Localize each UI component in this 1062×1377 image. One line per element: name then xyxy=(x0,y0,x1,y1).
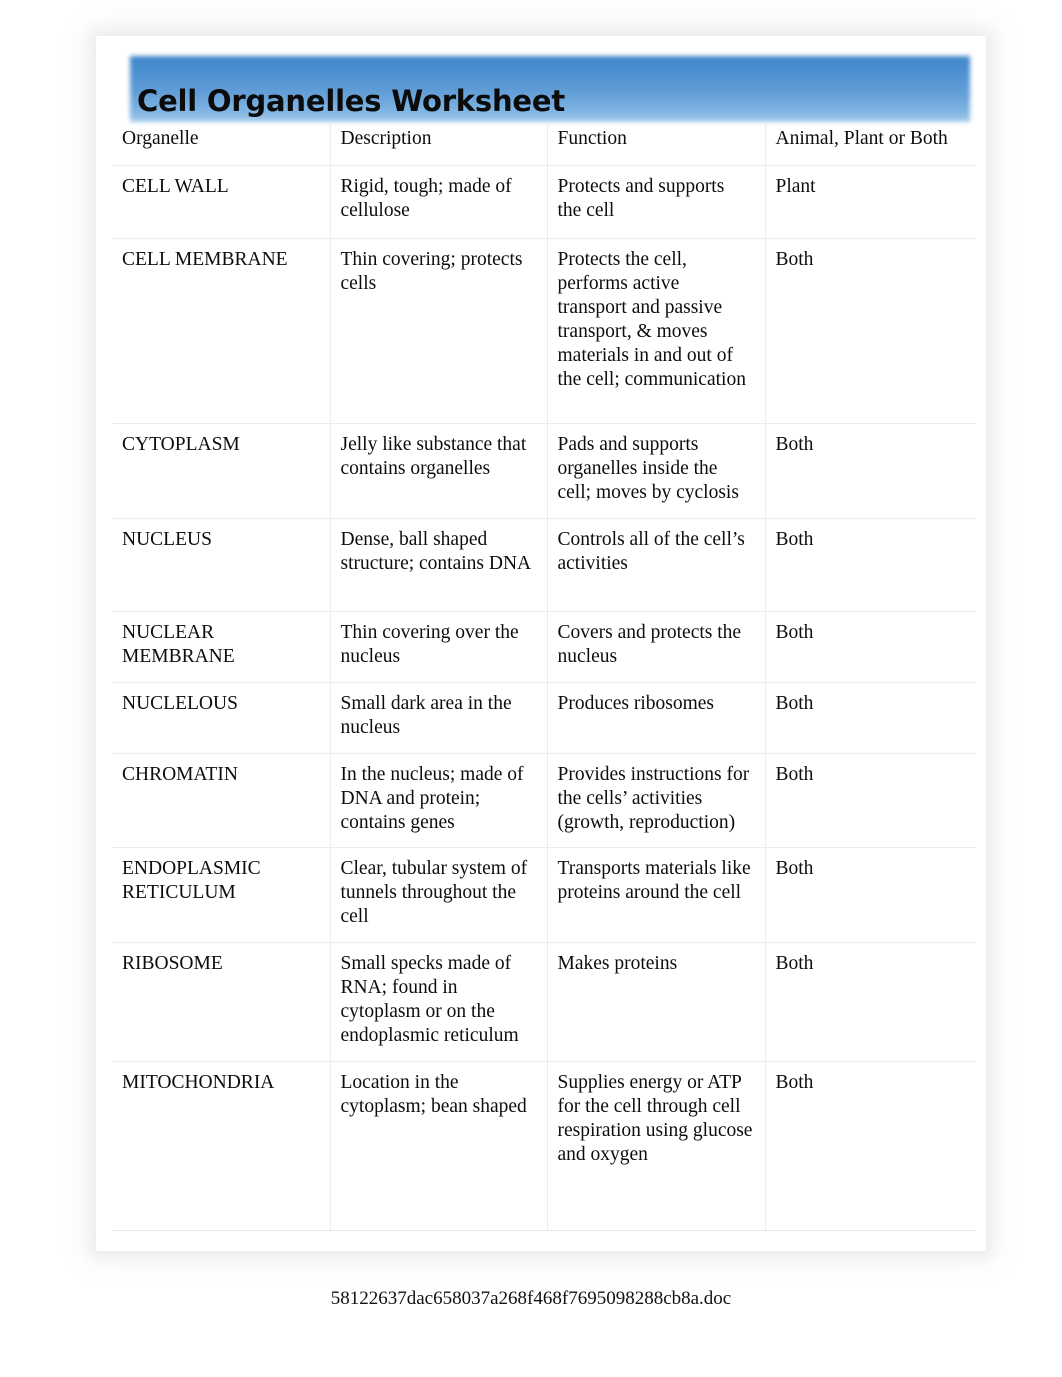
cell-category: Both xyxy=(765,238,976,424)
table-row: MITOCHONDRIA Location in the cytoplasm; b… xyxy=(112,1061,976,1231)
cell-organelle-name: CYTOPLASM xyxy=(112,423,331,519)
document-footer-filename: 58122637dac658037a268f468f7695098288cb8a… xyxy=(330,1288,732,1309)
cell-category: Both xyxy=(765,847,976,943)
cell-function: Provides instructions for the cells’ act… xyxy=(547,753,766,848)
cell-category: Both xyxy=(765,753,976,848)
cell-function: Protects and supports the cell xyxy=(547,165,766,239)
cell-description: In the nucleus; made of DNA and protein;… xyxy=(330,753,548,848)
cell-category: Plant xyxy=(765,165,976,239)
cell-category: Both xyxy=(765,518,976,612)
table-row: CELL WALL Rigid, tough; made of cellulose… xyxy=(112,165,976,239)
cell-organelle-name: CELL MEMBRANE xyxy=(112,238,331,424)
cell-function: Protects the cell, performs active trans… xyxy=(547,238,766,424)
table-row: NUCLEUS Dense, ball shaped structure; con… xyxy=(112,518,976,612)
cell-function: Transports materials like proteins aroun… xyxy=(547,847,766,943)
cell-category: Both xyxy=(765,682,976,754)
column-header-organelle: Organelle xyxy=(112,124,331,166)
table-row: NUCLEAR MEMBRANE Thin covering over the n… xyxy=(112,611,976,683)
table-body: CELL WALL Rigid, tough; made of cellulose… xyxy=(112,165,976,1231)
cell-organelle-name: MITOCHONDRIA xyxy=(112,1061,331,1231)
column-header-function: Function xyxy=(547,124,766,166)
column-header-category: Animal, Plant or Both xyxy=(765,124,976,166)
cell-description: Location in the cytoplasm; bean shaped xyxy=(330,1061,548,1231)
table-row: CYTOPLASM Jelly like substance that conta… xyxy=(112,423,976,519)
cell-organelles-table: Organelle Description Function Animal, P… xyxy=(112,124,976,1231)
page-title: Cell Organelles Worksheet xyxy=(137,84,566,118)
cell-category: Both xyxy=(765,942,976,1062)
table-row: NUCLELOUS Small dark area in the nucleus P… xyxy=(112,682,976,754)
cell-organelle-name: ENDOPLASMIC RETICULUM xyxy=(112,847,331,943)
cell-organelle-name: RIBOSOME xyxy=(112,942,331,1062)
cell-function: Pads and supports organelles inside the … xyxy=(547,423,766,519)
cell-description: Small dark area in the nucleus xyxy=(330,682,548,754)
cell-organelle-name: CHROMATIN xyxy=(112,753,331,848)
cell-description: Jelly like substance that contains organ… xyxy=(330,423,548,519)
cell-description: Thin covering; protects cells xyxy=(330,238,548,424)
cell-function: Covers and protects the nucleus xyxy=(547,611,766,683)
cell-function: Makes proteins xyxy=(547,942,766,1062)
cell-description: Small specks made of RNA; found in cytop… xyxy=(330,942,548,1062)
cell-description: Thin covering over the nucleus xyxy=(330,611,548,683)
cell-description: Dense, ball shaped structure; contains D… xyxy=(330,518,548,612)
cell-function: Supplies energy or ATP for the cell thro… xyxy=(547,1061,766,1231)
cell-category: Both xyxy=(765,611,976,683)
cell-organelle-name: NUCLEUS xyxy=(112,518,331,612)
cell-function: Produces ribosomes xyxy=(547,682,766,754)
table-row: RIBOSOME Small specks made of RNA; found … xyxy=(112,942,976,1062)
cell-function: Controls all of the cell’s activities xyxy=(547,518,766,612)
cell-organelle-name: CELL WALL xyxy=(112,165,331,239)
table-row: CHROMATIN In the nucleus; made of DNA and… xyxy=(112,753,976,848)
cell-organelle-name: NUCLEAR MEMBRANE xyxy=(112,611,331,683)
table-row: ENDOPLASMIC RETICULUM Clear, tubular syst… xyxy=(112,847,976,943)
cell-organelle-name: NUCLELOUS xyxy=(112,682,331,754)
table-row: CELL MEMBRANE Thin covering; protects cel… xyxy=(112,238,976,424)
cell-description: Rigid, tough; made of cellulose xyxy=(330,165,548,239)
cell-category: Both xyxy=(765,1061,976,1231)
table-header: Organelle Description Function Animal, P… xyxy=(112,124,976,166)
cell-description: Clear, tubular system of tunnels through… xyxy=(330,847,548,943)
column-header-description: Description xyxy=(330,124,548,166)
cell-category: Both xyxy=(765,423,976,519)
table-header-row: Organelle Description Function Animal, P… xyxy=(112,124,976,166)
